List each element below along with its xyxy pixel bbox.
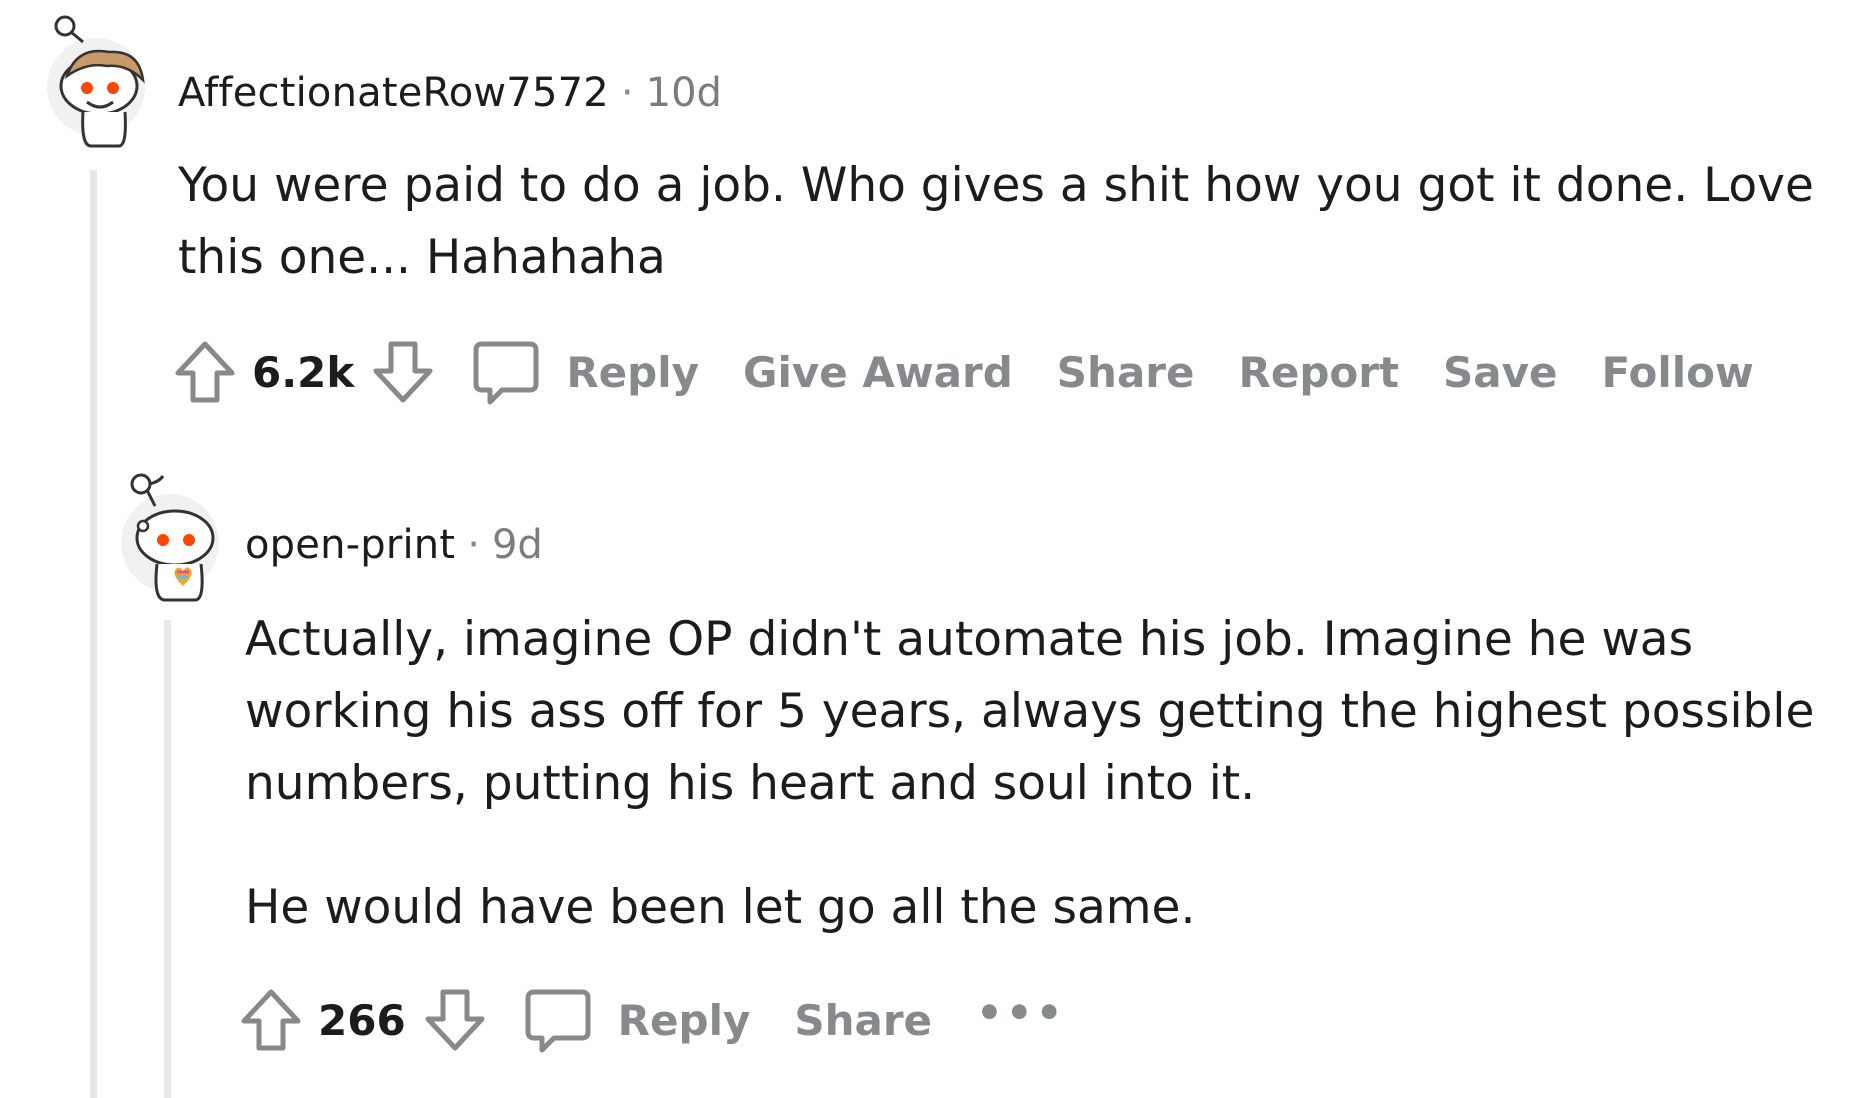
downvote-icon[interactable] [370,338,436,406]
follow-button[interactable]: Follow [1602,348,1754,397]
username[interactable]: AffectionateRow7572 [178,70,609,116]
comment-meta: open-print · 9d [245,522,543,568]
comment-line: Actually, imagine OP didn't automate his… [245,612,1694,667]
downvote-icon[interactable] [422,986,488,1054]
separator-dot: · [467,522,480,568]
more-options-icon[interactable]: ••• [976,988,1066,1037]
comment-body: Actually, imagine OP didn't automate his… [245,604,1814,944]
comment-meta: AffectionateRow7572 · 10d [178,70,722,116]
comment-bubble-icon[interactable] [524,986,592,1054]
report-button[interactable]: Report [1239,348,1400,397]
comment-bubble-icon[interactable] [472,338,540,406]
save-button[interactable]: Save [1443,348,1557,397]
comment-body: You were paid to do a job. Who gives a s… [178,150,1814,294]
comment-line: He would have been let go all the same. [245,880,1196,935]
timestamp[interactable]: 10d [646,70,722,116]
thread-line-level-1[interactable] [90,170,97,1098]
comment-line: You were paid to do a job. Who gives a s… [178,158,1814,213]
username[interactable]: open-print [245,522,455,568]
share-button[interactable]: Share [1057,348,1195,397]
snoo-avatar-brown-hair-icon [54,15,145,148]
snoo-avatar-rainbow-heart-icon [130,473,215,602]
thread-line-level-2[interactable] [164,620,171,1098]
comment-line: working his ass off for 5 years, always … [245,684,1815,739]
avatar[interactable] [47,15,145,148]
reply-button[interactable]: Reply [566,348,699,397]
timestamp[interactable]: 9d [492,522,543,568]
vote-score: 266 [318,995,406,1045]
comment-line: this one... Hahahaha [178,230,666,285]
comment-actions: 6.2k Reply Give Award Share Report Save … [172,338,1798,406]
upvote-icon[interactable] [172,338,238,406]
give-award-button[interactable]: Give Award [743,348,1013,397]
comment-line: numbers, putting his heart and soul into… [245,756,1256,811]
vote-score: 6.2k [252,347,355,397]
avatar[interactable] [121,473,219,602]
separator-dot: · [620,70,634,116]
upvote-icon[interactable] [238,986,304,1054]
share-button[interactable]: Share [794,996,932,1045]
reply-button[interactable]: Reply [618,996,751,1045]
comment-actions: 266 Reply Share ••• [238,986,1066,1054]
